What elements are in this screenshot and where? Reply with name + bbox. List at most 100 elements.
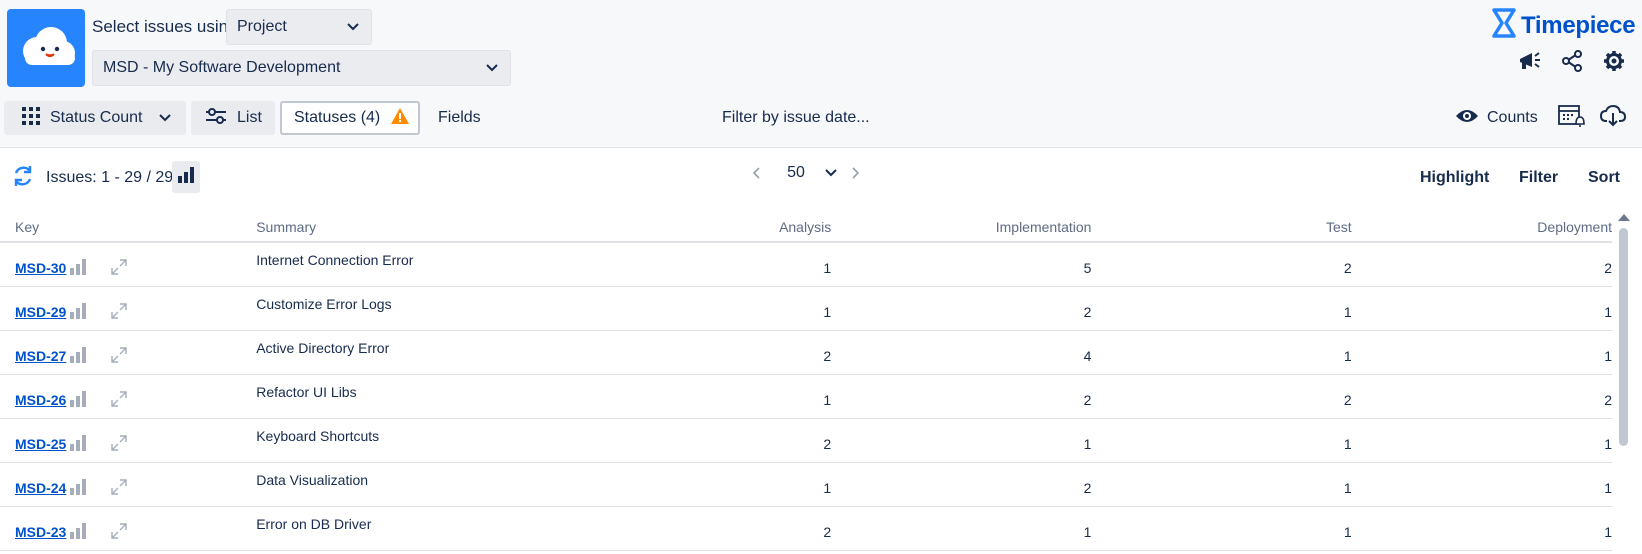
vertical-scrollbar[interactable] bbox=[1617, 210, 1631, 547]
cell-analysis: 1 bbox=[659, 466, 832, 511]
expand-icon[interactable] bbox=[110, 434, 128, 455]
expand-icon[interactable] bbox=[110, 302, 128, 323]
cell-summary: Active Directory Error bbox=[256, 326, 660, 371]
bar-chart-icon[interactable] bbox=[70, 302, 87, 322]
cell-key: MSD-24 bbox=[0, 462, 257, 507]
status-count-label: Status Count bbox=[50, 109, 143, 126]
share-icon[interactable] bbox=[1558, 47, 1586, 75]
issue-key-link[interactable]: MSD-26 bbox=[15, 392, 66, 408]
column-header-implementation[interactable]: Implementation bbox=[831, 212, 1092, 243]
scroll-up-arrow-icon[interactable] bbox=[1617, 212, 1631, 222]
highlight-button[interactable]: Highlight bbox=[1420, 169, 1489, 187]
cell-implementation: 5 bbox=[831, 246, 1092, 291]
page-size-select[interactable]: 50 bbox=[766, 164, 846, 182]
warning-icon bbox=[390, 107, 410, 130]
project-select[interactable]: Project bbox=[226, 9, 372, 45]
chevron-right-icon[interactable] bbox=[846, 167, 866, 179]
counts-button[interactable]: Counts bbox=[1455, 101, 1538, 135]
bar-chart-icon[interactable] bbox=[70, 478, 87, 498]
counts-label: Counts bbox=[1487, 109, 1538, 126]
download-button[interactable] bbox=[1599, 101, 1627, 135]
expand-icon[interactable] bbox=[110, 478, 128, 499]
cell-summary: Internet Connection Error bbox=[256, 238, 660, 283]
column-header-test[interactable]: Test bbox=[1091, 212, 1352, 243]
chevron-down-icon bbox=[486, 59, 498, 77]
expand-icon[interactable] bbox=[110, 390, 128, 411]
issues-bar: Issues: 1 - 29 / 29 50 Highlight Filter … bbox=[0, 158, 1642, 198]
column-header-deployment[interactable]: Deployment bbox=[1351, 212, 1612, 243]
hourglass-icon bbox=[1491, 8, 1517, 43]
gear-icon[interactable] bbox=[1600, 47, 1628, 75]
cell-analysis: 1 bbox=[659, 290, 832, 335]
cell-deployment: 2 bbox=[1351, 246, 1612, 291]
issue-key-link[interactable]: MSD-24 bbox=[15, 480, 66, 496]
fields-button[interactable]: Fields bbox=[438, 101, 481, 135]
project-value-select[interactable]: MSD - My Software Development bbox=[92, 50, 511, 86]
announcement-icon[interactable] bbox=[1516, 47, 1544, 75]
cell-test: 2 bbox=[1091, 246, 1352, 291]
expand-icon[interactable] bbox=[110, 346, 128, 367]
bar-chart-icon[interactable] bbox=[70, 390, 87, 410]
status-count-button[interactable]: Status Count bbox=[4, 101, 186, 135]
issue-key-link[interactable]: MSD-23 bbox=[15, 524, 66, 540]
filter-button[interactable]: Filter bbox=[1519, 169, 1558, 187]
top-action-icons bbox=[1516, 47, 1628, 75]
cell-summary: Data Visualization bbox=[256, 458, 660, 503]
chevron-left-icon[interactable] bbox=[746, 167, 766, 179]
cell-implementation: 1 bbox=[831, 510, 1092, 554]
list-button[interactable]: List bbox=[191, 101, 275, 135]
issue-key-link[interactable]: MSD-25 bbox=[15, 436, 66, 452]
list-label: List bbox=[237, 109, 262, 126]
project-select-value: Project bbox=[237, 18, 287, 35]
select-issues-label: Select issues using bbox=[92, 17, 238, 36]
chevron-down-icon bbox=[347, 18, 359, 36]
chart-toggle-button[interactable] bbox=[172, 161, 200, 193]
issue-key-link[interactable]: MSD-30 bbox=[15, 260, 66, 276]
issues-table: Key Summary Analysis Implementation Test… bbox=[0, 212, 1612, 554]
filter-date-label: Filter by issue date... bbox=[722, 109, 870, 126]
cell-test: 1 bbox=[1091, 466, 1352, 511]
expand-icon[interactable] bbox=[110, 258, 128, 279]
table-row: MSD-26 Refactor UI Libs 1 2 2 2 bbox=[0, 370, 1612, 423]
calendar-alert-button[interactable] bbox=[1558, 101, 1586, 135]
cell-deployment: 1 bbox=[1351, 422, 1612, 467]
bar-chart-icon[interactable] bbox=[70, 522, 87, 542]
refresh-icon[interactable] bbox=[12, 165, 34, 192]
column-header-analysis[interactable]: Analysis bbox=[659, 212, 832, 243]
cell-deployment: 1 bbox=[1351, 290, 1612, 335]
scrollbar-thumb[interactable] bbox=[1619, 228, 1628, 446]
bar-chart-icon[interactable] bbox=[70, 346, 87, 366]
filter-by-date-button[interactable]: Filter by issue date... bbox=[722, 101, 870, 135]
cell-implementation: 4 bbox=[831, 334, 1092, 379]
column-header-key[interactable]: Key bbox=[0, 212, 257, 243]
table-row: MSD-29 Customize Error Logs 1 2 1 1 bbox=[0, 282, 1612, 335]
expand-icon[interactable] bbox=[110, 522, 128, 543]
eye-icon bbox=[1455, 108, 1479, 129]
cell-key: MSD-27 bbox=[0, 330, 257, 375]
bar-chart-icon[interactable] bbox=[70, 434, 87, 454]
chevron-down-icon bbox=[158, 109, 171, 127]
cell-test: 2 bbox=[1091, 378, 1352, 423]
cell-key: MSD-29 bbox=[0, 286, 257, 331]
cell-analysis: 2 bbox=[659, 422, 832, 467]
cell-deployment: 1 bbox=[1351, 334, 1612, 379]
project-value: MSD - My Software Development bbox=[103, 59, 341, 76]
cell-deployment: 2 bbox=[1351, 378, 1612, 423]
issue-key-link[interactable]: MSD-27 bbox=[15, 348, 66, 364]
cell-analysis: 1 bbox=[659, 246, 832, 291]
sort-button[interactable]: Sort bbox=[1588, 169, 1620, 187]
sliders-icon bbox=[205, 107, 227, 129]
cell-test: 1 bbox=[1091, 422, 1352, 467]
cell-analysis: 2 bbox=[659, 510, 832, 554]
statuses-button[interactable]: Statuses (4) bbox=[280, 101, 420, 135]
brand-logo: Timepiece bbox=[1491, 8, 1636, 43]
bar-chart-icon[interactable] bbox=[70, 258, 87, 278]
brand-name: Timepiece bbox=[1521, 11, 1636, 39]
cell-implementation: 2 bbox=[831, 378, 1092, 423]
cell-test: 1 bbox=[1091, 290, 1352, 335]
issue-key-link[interactable]: MSD-29 bbox=[15, 304, 66, 320]
cell-deployment: 1 bbox=[1351, 510, 1612, 554]
table-row: MSD-30 Internet Connection Error 1 5 2 2 bbox=[0, 238, 1612, 291]
table-row: MSD-25 Keyboard Shortcuts 2 1 1 1 bbox=[0, 414, 1612, 467]
cell-summary: Refactor UI Libs bbox=[256, 370, 660, 415]
